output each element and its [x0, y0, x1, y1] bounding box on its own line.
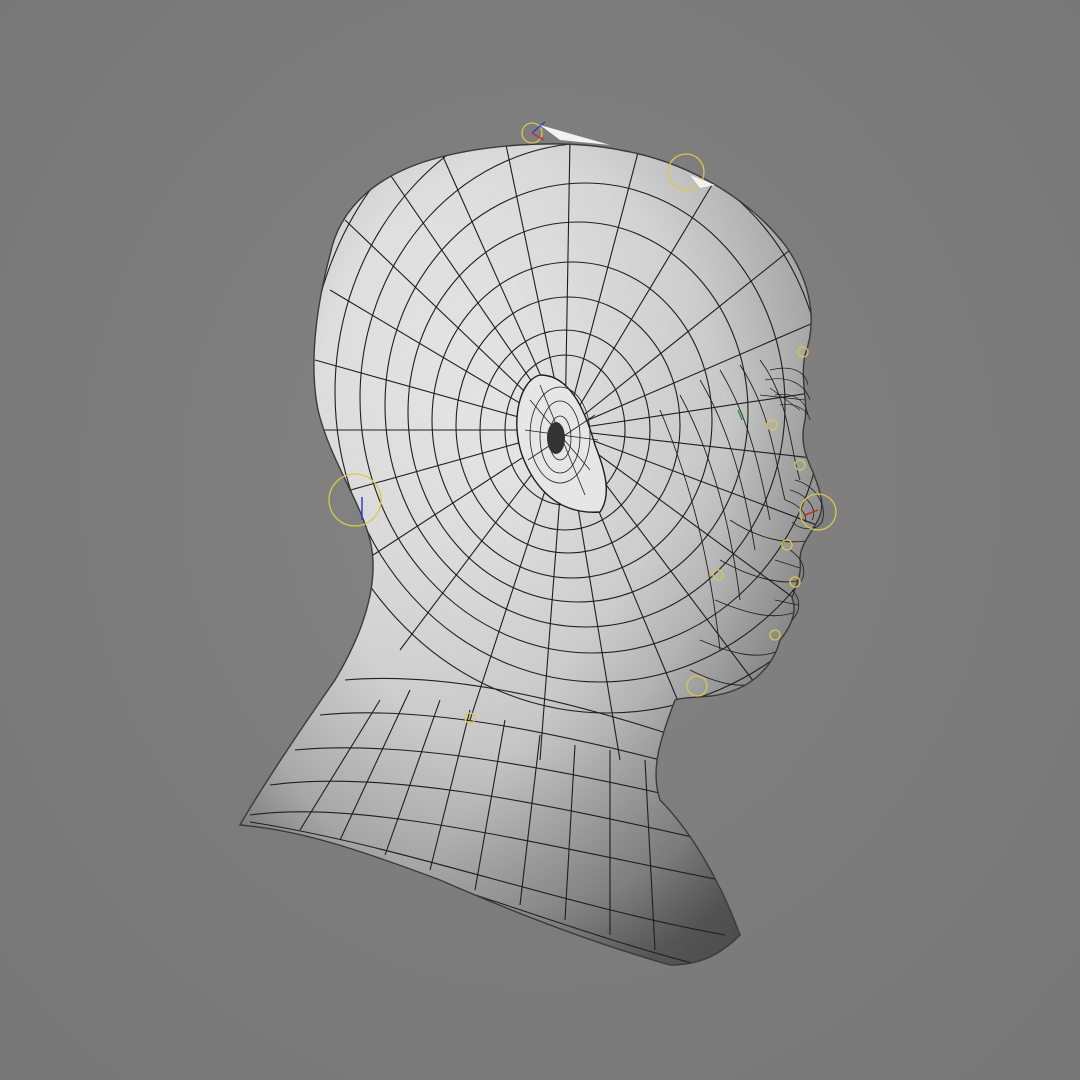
head-model[interactable]: [0, 0, 1080, 1080]
3d-viewport[interactable]: [0, 0, 1080, 1080]
